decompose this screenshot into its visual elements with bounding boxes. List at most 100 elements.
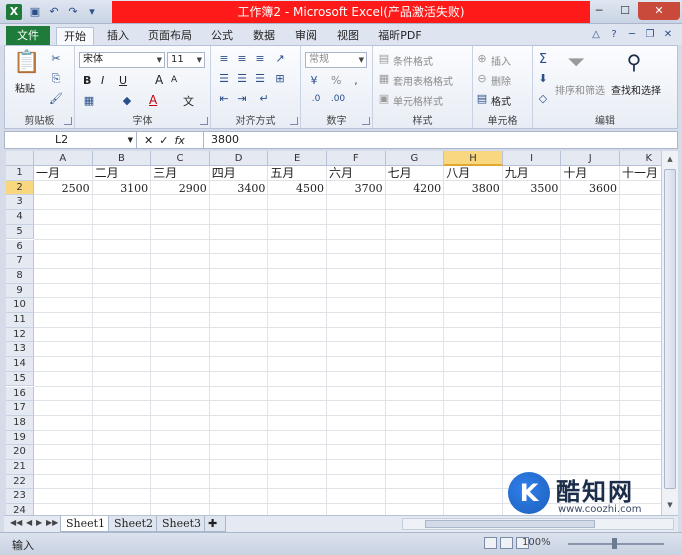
align-top-icon[interactable]: ≡: [217, 52, 231, 65]
wrap-text-icon[interactable]: ↵: [257, 92, 271, 105]
row-header-10[interactable]: 10: [6, 298, 34, 313]
increase-indent-icon[interactable]: ⇥: [235, 92, 249, 105]
cell-e1[interactable]: 五月: [268, 166, 327, 181]
cell-j2[interactable]: 3600: [561, 180, 620, 196]
cell-h1[interactable]: 八月: [444, 166, 503, 181]
column-header-g[interactable]: G: [385, 151, 445, 166]
clear-icon[interactable]: ◇: [535, 92, 551, 105]
currency-icon[interactable]: ¥: [307, 74, 321, 87]
column-header-b[interactable]: B: [92, 151, 152, 166]
scroll-up-icon[interactable]: ▲: [664, 153, 676, 165]
zoom-slider-knob[interactable]: [612, 538, 617, 549]
underline-button[interactable]: U: [119, 74, 127, 87]
cell-d2[interactable]: 3400: [209, 180, 269, 196]
cell-b1[interactable]: 二月: [92, 166, 152, 181]
sheet-tab-2[interactable]: Sheet2: [108, 516, 160, 532]
tab-insert[interactable]: 插入: [100, 27, 136, 45]
format-as-table-button[interactable]: 套用表格格式: [393, 73, 453, 88]
font-dialog-launcher[interactable]: [200, 117, 208, 125]
row-header-23[interactable]: 23: [6, 489, 34, 505]
sheet-tab-3[interactable]: Sheet3: [156, 516, 208, 532]
cell-c1[interactable]: 三月: [151, 166, 210, 181]
alignment-dialog-launcher[interactable]: [290, 117, 298, 125]
row-header-14[interactable]: 14: [6, 357, 34, 372]
cell-h2[interactable]: 3800: [444, 180, 503, 196]
row-header-7[interactable]: 7: [6, 254, 34, 269]
fill-color-icon[interactable]: ◆: [119, 94, 135, 107]
format-painter-icon[interactable]: 🖌: [49, 92, 63, 105]
fill-icon[interactable]: ⬇: [535, 72, 551, 85]
row-header-19[interactable]: 19: [6, 430, 34, 446]
align-middle-icon[interactable]: ≡: [235, 52, 249, 65]
window-minimize-icon[interactable]: ─: [624, 27, 640, 43]
cell-i1[interactable]: 九月: [502, 166, 562, 181]
font-color-button[interactable]: A: [149, 93, 157, 107]
vertical-scrollbar[interactable]: ▲ ▼: [661, 151, 678, 515]
cell-c2[interactable]: 2900: [151, 180, 210, 196]
worksheet-grid[interactable]: A B C D E F G H I J K 1 2 3 4 5 6 7 8 9 10 11 12 13 14 15 16 17 18 19…: [6, 151, 661, 515]
undo-icon[interactable]: ↶: [46, 4, 62, 20]
tab-foxit-pdf[interactable]: 福昕PDF: [372, 27, 428, 45]
row-header-22[interactable]: 22: [6, 474, 34, 490]
maximize-button[interactable]: ☐: [612, 2, 638, 20]
normal-view-icon[interactable]: [484, 537, 497, 549]
cell-f2[interactable]: 3700: [327, 180, 386, 196]
column-header-k[interactable]: K: [620, 151, 661, 166]
cell-d1[interactable]: 四月: [209, 166, 269, 181]
cell-k1[interactable]: 十一月: [620, 166, 661, 181]
align-left-icon[interactable]: ☰: [217, 72, 231, 85]
save-icon[interactable]: ▣: [27, 4, 43, 20]
column-header-d[interactable]: D: [209, 151, 269, 166]
cell-k2[interactable]: 29: [620, 181, 661, 196]
excel-app-icon[interactable]: X: [6, 4, 22, 20]
scroll-down-icon[interactable]: ▼: [664, 499, 676, 511]
cancel-entry-icon[interactable]: ✕: [144, 134, 153, 147]
cell-styles-button[interactable]: 单元格样式: [393, 93, 443, 108]
tab-page-layout[interactable]: 页面布局: [142, 27, 198, 45]
row-header-15[interactable]: 15: [6, 371, 34, 387]
cell-a2[interactable]: 2500: [34, 180, 93, 196]
borders-icon[interactable]: ▦: [81, 94, 97, 107]
name-box[interactable]: L2 ▼: [5, 132, 137, 148]
row-header-21[interactable]: 21: [6, 460, 34, 475]
orientation-icon[interactable]: ↗: [273, 52, 287, 65]
row-header-8[interactable]: 8: [6, 268, 34, 284]
conditional-format-button[interactable]: 条件格式: [393, 53, 433, 68]
help-icon[interactable]: ?: [606, 27, 622, 43]
row-header-17[interactable]: 17: [6, 401, 34, 416]
tab-file[interactable]: 文件: [6, 26, 50, 45]
row-header-6[interactable]: 6: [6, 239, 34, 255]
column-header-e[interactable]: E: [268, 151, 327, 166]
insert-cells-button[interactable]: 插入: [491, 53, 511, 68]
font-name-combo[interactable]: 宋体 ▼: [79, 52, 165, 68]
copy-icon[interactable]: ⎘: [49, 72, 63, 86]
cell-f1[interactable]: 六月: [327, 166, 386, 181]
cell-g2[interactable]: 4200: [385, 180, 445, 196]
comma-style-icon[interactable]: ,: [349, 74, 363, 87]
column-header-c[interactable]: C: [151, 151, 210, 166]
sheet-next-icon[interactable]: ▶: [36, 518, 42, 527]
italic-button[interactable]: I: [101, 74, 104, 87]
number-format-combo[interactable]: 常规 ▼: [305, 52, 367, 68]
minimize-button[interactable]: ─: [586, 2, 612, 20]
row-header-24[interactable]: 24: [6, 504, 34, 515]
column-header-a[interactable]: A: [34, 151, 93, 166]
number-dialog-launcher[interactable]: [362, 117, 370, 125]
sheet-tab-1[interactable]: Sheet1: [60, 516, 112, 532]
tab-data[interactable]: 数据: [246, 27, 282, 45]
grow-font-button[interactable]: A: [155, 73, 163, 87]
row-header-9[interactable]: 9: [6, 283, 34, 299]
merge-center-icon[interactable]: ⊞: [273, 72, 287, 85]
align-bottom-icon[interactable]: ≡: [253, 52, 267, 65]
customize-icon[interactable]: ▾: [84, 4, 100, 20]
sort-filter-button[interactable]: 排序和筛选: [555, 82, 605, 97]
row-header-2[interactable]: 2: [6, 180, 34, 196]
cell-g1[interactable]: 七月: [385, 166, 445, 181]
row-header-20[interactable]: 20: [6, 445, 34, 460]
sheet-last-icon[interactable]: ▶▶: [46, 518, 58, 527]
delete-cells-button[interactable]: 删除: [491, 73, 511, 88]
percent-button[interactable]: %: [331, 74, 341, 87]
decrease-decimal-icon[interactable]: .00: [329, 94, 347, 104]
row-header-13[interactable]: 13: [6, 342, 34, 358]
page-layout-view-icon[interactable]: [500, 537, 513, 549]
